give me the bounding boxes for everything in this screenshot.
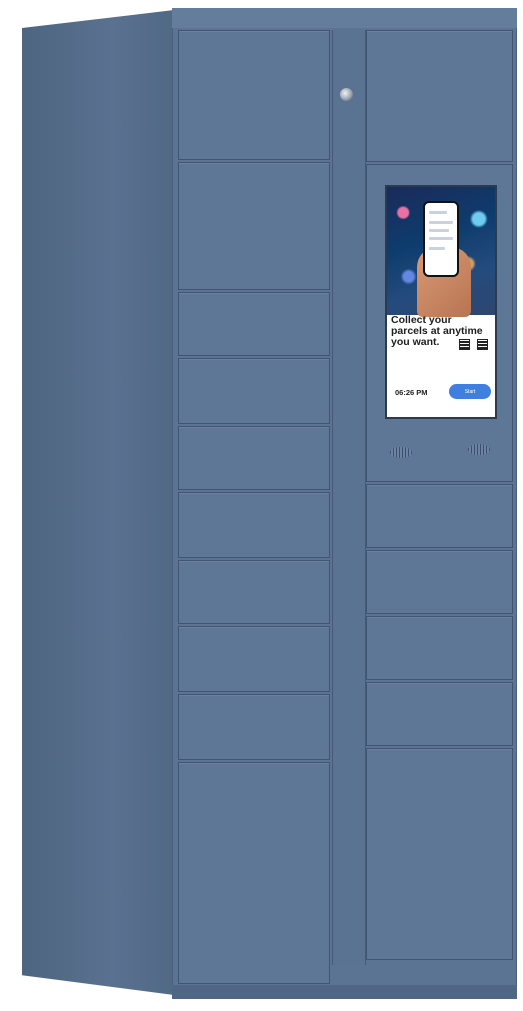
locker-door[interactable]	[178, 162, 330, 290]
locker-door[interactable]	[366, 682, 513, 746]
cabinet-side	[22, 10, 174, 995]
speaker-grille-icon	[390, 447, 412, 458]
locker-door[interactable]	[178, 762, 330, 984]
clock-time: 06:26 PM	[395, 388, 428, 397]
touch-screen[interactable]: Collect your parcels at anytime you want…	[385, 185, 497, 419]
center-column	[332, 30, 366, 965]
screen-photo	[387, 187, 495, 317]
locker-door[interactable]	[178, 626, 330, 692]
cabinet-top	[172, 8, 517, 28]
cabinet-base	[172, 985, 517, 999]
start-button[interactable]: Start	[449, 384, 491, 399]
headline-line: you want.	[391, 336, 440, 348]
locker-door[interactable]	[178, 492, 330, 558]
phone-icon	[423, 201, 459, 277]
locker-door[interactable]	[366, 550, 513, 614]
qr-code-icon	[477, 339, 488, 350]
locker-door[interactable]	[366, 616, 513, 680]
locker-door[interactable]	[178, 292, 330, 356]
locker-door[interactable]	[178, 426, 330, 490]
locker-door[interactable]	[178, 560, 330, 624]
speaker-grille-icon	[468, 444, 490, 455]
qr-code-icon	[459, 339, 470, 350]
locker-door[interactable]	[366, 484, 513, 548]
locker-door[interactable]	[366, 30, 513, 162]
key-lock-icon[interactable]	[340, 88, 353, 101]
locker-door[interactable]	[178, 694, 330, 760]
locker-door[interactable]	[178, 30, 330, 160]
locker-door[interactable]	[178, 358, 330, 424]
locker-door[interactable]	[366, 748, 513, 960]
